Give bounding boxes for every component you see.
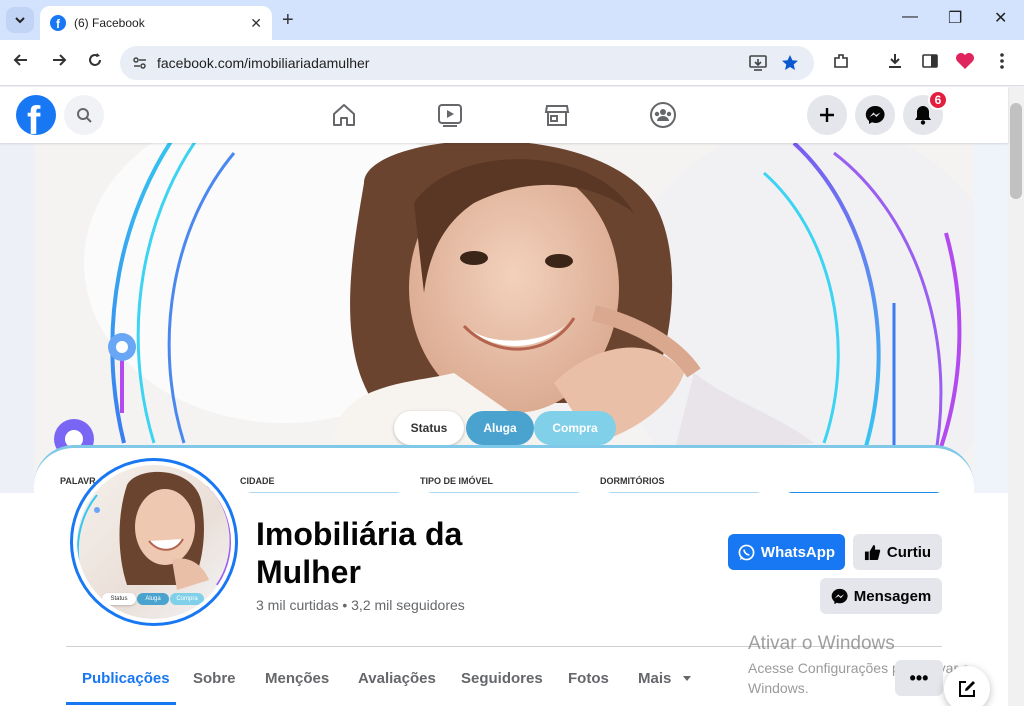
bookmark-star-icon[interactable] xyxy=(780,53,800,73)
browser-tabbar: f (6) Facebook ✕ + — ❐ ✕ xyxy=(0,0,1024,40)
message-button[interactable]: Mensagem xyxy=(820,578,942,614)
tab-mais-label: Mais xyxy=(638,670,672,687)
side-panel-icon[interactable] xyxy=(921,52,939,70)
url-text[interactable]: facebook.com/imobiliariadamulher xyxy=(157,55,369,71)
thumbs-up-icon xyxy=(864,544,881,560)
tab-mencoes[interactable]: Menções xyxy=(265,670,329,687)
cover-compra-pill: Compra xyxy=(534,411,616,445)
groups-nav-button[interactable] xyxy=(648,100,678,130)
page-stats[interactable]: 3 mil curtidas • 3,2 mil seguidores xyxy=(256,597,465,613)
whatsapp-icon xyxy=(738,544,755,560)
extensions-icon[interactable] xyxy=(832,52,850,70)
create-button[interactable] xyxy=(807,95,847,135)
avatar-aluga-pill: Aluga xyxy=(137,593,169,605)
profile-heart-icon[interactable] xyxy=(955,52,975,70)
marketplace-icon xyxy=(544,105,570,126)
active-tab-indicator xyxy=(66,702,176,705)
avatar-compra-pill: Compra xyxy=(170,593,204,605)
facebook-header: f xyxy=(0,87,1008,143)
back-arrow-icon[interactable] xyxy=(12,51,30,69)
form-label-dormitorios: DORMITÓRIOS xyxy=(600,476,665,486)
windows-activation-title: Ativar o Windows xyxy=(748,633,895,654)
search-icon xyxy=(77,108,92,123)
scrollbar-thumb[interactable] xyxy=(1010,103,1022,199)
bell-icon xyxy=(915,106,931,125)
tab-close-icon[interactable]: ✕ xyxy=(250,15,262,32)
close-window-button[interactable]: ✕ xyxy=(994,8,1007,28)
whatsapp-label: WhatsApp xyxy=(760,543,836,561)
reload-icon[interactable] xyxy=(86,51,104,69)
tab-publicacoes[interactable]: Publicações xyxy=(82,670,170,687)
tab-seguidores[interactable]: Seguidores xyxy=(461,670,543,687)
facebook-logo-icon[interactable]: f xyxy=(16,95,56,135)
page-name: Imobiliária da Mulher xyxy=(256,516,463,590)
cover-photo[interactable]: Status Aluga Compra PALAVR CIDADE TIPO D… xyxy=(34,143,974,493)
minimize-button[interactable]: — xyxy=(902,8,918,26)
video-icon xyxy=(438,104,462,127)
tab-mais[interactable]: Mais xyxy=(638,670,692,687)
video-nav-button[interactable] xyxy=(435,100,465,130)
home-nav-button[interactable] xyxy=(329,100,359,130)
more-options-button[interactable]: ••• xyxy=(895,660,943,696)
notifications-badge: 6 xyxy=(928,90,948,110)
new-message-button[interactable] xyxy=(944,666,990,706)
browser-menu-icon[interactable] xyxy=(994,52,1010,70)
form-label-cidade: CIDADE xyxy=(240,476,275,486)
tab-search-button[interactable] xyxy=(6,7,34,33)
site-info-icon[interactable] xyxy=(132,55,148,71)
compose-icon xyxy=(959,681,975,697)
messenger-button[interactable] xyxy=(855,95,895,135)
search-button[interactable] xyxy=(64,95,104,135)
caret-down-icon xyxy=(682,676,691,681)
tab-title: (6) Facebook xyxy=(74,16,145,30)
avatar-image: Status Aluga Compra xyxy=(77,465,231,619)
groups-icon xyxy=(650,102,676,128)
cover-aluga-pill: Aluga xyxy=(466,411,534,445)
restore-button[interactable]: ❐ xyxy=(948,8,962,28)
install-app-icon[interactable] xyxy=(748,53,768,73)
profile-avatar[interactable]: Status Aluga Compra xyxy=(70,458,238,626)
marketplace-nav-button[interactable] xyxy=(542,100,572,130)
whatsapp-button[interactable]: WhatsApp xyxy=(728,534,845,570)
new-tab-button[interactable]: + xyxy=(282,9,294,32)
browser-tab[interactable]: f (6) Facebook ✕ xyxy=(40,6,272,40)
address-bar[interactable]: facebook.com/imobiliariadamulher xyxy=(120,46,814,80)
avatar-status-pill: Status xyxy=(102,593,136,605)
browser-toolbar: facebook.com/imobiliariadamulher xyxy=(0,40,1024,86)
forward-arrow-icon[interactable] xyxy=(50,51,68,69)
download-icon[interactable] xyxy=(886,52,904,70)
liked-label: Curtiu xyxy=(886,543,932,561)
tab-fotos[interactable]: Fotos xyxy=(568,670,609,687)
messenger-icon xyxy=(831,588,848,604)
cover-status-pill: Status xyxy=(394,411,464,445)
plus-icon xyxy=(820,108,834,122)
message-label: Mensagem xyxy=(853,587,932,605)
facebook-favicon-icon: f xyxy=(50,15,66,31)
home-icon xyxy=(333,104,355,126)
chevron-down-icon xyxy=(15,17,25,24)
liked-button[interactable]: Curtiu xyxy=(853,534,942,570)
tab-avaliacoes[interactable]: Avaliações xyxy=(358,670,436,687)
form-label-tipo: TIPO DE IMÓVEL xyxy=(420,476,494,486)
tab-sobre[interactable]: Sobre xyxy=(193,670,236,687)
messenger-icon xyxy=(865,105,885,124)
